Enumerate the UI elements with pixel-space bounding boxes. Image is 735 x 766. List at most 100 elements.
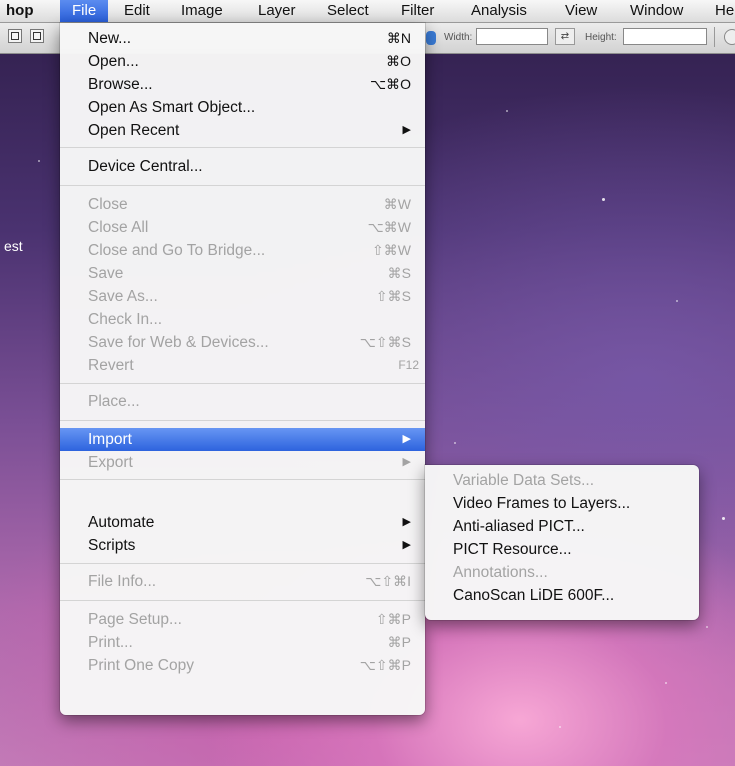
- menu-item-page-setup[interactable]: Page Setup... ⇧⌘P: [60, 608, 411, 631]
- menu-window[interactable]: Window: [630, 0, 683, 22]
- menu-item-label: Open As Smart Object...: [88, 99, 256, 116]
- menu-item-open-smart-object[interactable]: Open As Smart Object...: [60, 96, 411, 119]
- menu-item-label: File Info...: [88, 573, 157, 590]
- menu-item-shortcut: ⇧⌘S: [375, 288, 411, 304]
- menu-item-label: Scripts: [88, 537, 136, 554]
- menu-item-close[interactable]: Close ⌘W: [60, 193, 411, 216]
- menu-item-save-for-web[interactable]: Save for Web & Devices... ⌥⇧⌘S: [60, 331, 411, 354]
- menu-item-label: Check In...: [88, 311, 163, 328]
- height-input[interactable]: [623, 28, 707, 45]
- selection-new-icon[interactable]: [8, 29, 22, 43]
- import-submenu: Variable Data Sets... Video Frames to La…: [425, 465, 699, 620]
- menu-item-label: PICT Resource...: [453, 541, 572, 558]
- menu-separator: [60, 479, 425, 480]
- height-label: Height:: [585, 32, 617, 43]
- menu-item-shortcut: ⇧⌘W: [372, 242, 411, 258]
- menu-image[interactable]: Image: [181, 0, 223, 22]
- menu-item-shortcut: F12: [398, 358, 419, 372]
- swap-dimensions-icon[interactable]: ⇄: [555, 28, 575, 45]
- menu-item-label: Save: [88, 265, 124, 282]
- menu-layer[interactable]: Layer: [258, 0, 296, 22]
- toolbar-divider: [714, 27, 715, 47]
- menu-item-shortcut: ⌥⇧⌘S: [359, 334, 411, 350]
- selection-add-icon[interactable]: [30, 29, 44, 43]
- menu-item-shortcut: ⌘S: [387, 265, 411, 281]
- menu-select[interactable]: Select: [327, 0, 369, 22]
- menu-item-print[interactable]: Print... ⌘P: [60, 631, 411, 654]
- star: [454, 442, 456, 444]
- menu-separator: [60, 185, 425, 186]
- submenu-arrow-icon: ▶: [402, 433, 411, 445]
- star: [506, 110, 508, 112]
- submenu-item-pict-resource[interactable]: PICT Resource...: [425, 538, 699, 561]
- menu-separator: [60, 383, 425, 384]
- menu-item-shortcut: ⌥⇧⌘I: [365, 573, 411, 589]
- menu-item-label: New...: [88, 30, 132, 47]
- menu-item-open[interactable]: Open... ⌘O: [60, 50, 411, 73]
- width-input[interactable]: [476, 28, 548, 45]
- menu-separator: [60, 600, 425, 601]
- menu-item-file-info[interactable]: File Info... ⌥⇧⌘I: [60, 570, 411, 593]
- menu-item-save[interactable]: Save ⌘S: [60, 262, 411, 285]
- antialias-toggle-icon[interactable]: [426, 31, 436, 45]
- menu-item-scripts[interactable]: Scripts ▶: [60, 534, 425, 557]
- menu-item-label: Automate: [88, 514, 155, 531]
- star: [722, 517, 725, 520]
- menu-item-label: Save for Web & Devices...: [88, 334, 269, 351]
- menu-item-label: Export: [88, 454, 133, 471]
- submenu-item-variable-data-sets[interactable]: Variable Data Sets...: [425, 469, 699, 492]
- menu-item-revert[interactable]: Revert F12: [60, 354, 419, 377]
- star: [602, 198, 605, 201]
- menu-item-automate[interactable]: Automate ▶: [60, 511, 425, 534]
- menu-item-label: Anti-aliased PICT...: [453, 518, 585, 535]
- menu-item-close-all[interactable]: Close All ⌥⌘W: [60, 216, 411, 239]
- star: [665, 682, 667, 684]
- menu-item-label: Annotations...: [453, 564, 548, 581]
- menu-item-shortcut: ⌥⌘O: [369, 76, 411, 92]
- menu-item-import[interactable]: Import ▶: [60, 428, 425, 451]
- menu-item-device-central[interactable]: Device Central...: [60, 155, 411, 178]
- menu-item-label: Open...: [88, 53, 139, 70]
- menu-view[interactable]: View: [565, 0, 597, 22]
- menu-item-shortcut: ⌘P: [387, 634, 411, 650]
- submenu-arrow-icon: ▶: [402, 516, 411, 528]
- menu-item-place[interactable]: Place...: [60, 390, 411, 413]
- submenu-item-anti-aliased-pict[interactable]: Anti-aliased PICT...: [425, 515, 699, 538]
- menu-item-open-recent[interactable]: Open Recent ▶: [60, 119, 425, 142]
- menu-item-shortcut: ⌘W: [383, 196, 411, 212]
- menu-filter[interactable]: Filter: [401, 0, 434, 22]
- menu-item-shortcut: ⌥⌘W: [367, 219, 411, 235]
- menu-item-label: Close All: [88, 219, 149, 236]
- refine-edge-icon[interactable]: [724, 29, 735, 45]
- menu-item-new[interactable]: New... ⌘N: [60, 27, 411, 50]
- menu-help[interactable]: He: [715, 0, 734, 22]
- menu-file[interactable]: File: [60, 0, 109, 22]
- menu-item-close-go-to-bridge[interactable]: Close and Go To Bridge... ⇧⌘W: [60, 239, 411, 262]
- menu-item-label: Print One Copy: [88, 657, 194, 674]
- menu-item-label: Import: [88, 431, 132, 448]
- submenu-arrow-icon: ▶: [402, 456, 411, 468]
- submenu-arrow-icon: ▶: [402, 539, 411, 551]
- menu-edit[interactable]: Edit: [124, 0, 150, 22]
- menu-analysis[interactable]: Analysis: [471, 0, 527, 22]
- menu-item-label: Print...: [88, 634, 133, 651]
- menu-item-label: Browse...: [88, 76, 153, 93]
- submenu-item-annotations[interactable]: Annotations...: [425, 561, 699, 584]
- menu-item-export[interactable]: Export ▶: [60, 451, 425, 474]
- menu-item-label: Variable Data Sets...: [453, 472, 595, 489]
- menu-item-shortcut: ⌘N: [386, 30, 411, 46]
- file-menu: New... ⌘N Open... ⌘O Browse... ⌥⌘O Open …: [60, 23, 425, 715]
- menu-item-print-one-copy[interactable]: Print One Copy ⌥⇧⌘P: [60, 654, 411, 677]
- menu-item-label: Video Frames to Layers...: [453, 495, 631, 512]
- submenu-arrow-icon: ▶: [402, 124, 411, 136]
- menu-item-label: Save As...: [88, 288, 158, 305]
- menu-item-browse[interactable]: Browse... ⌥⌘O: [60, 73, 411, 96]
- menu-item-save-as[interactable]: Save As... ⇧⌘S: [60, 285, 411, 308]
- star: [559, 726, 561, 728]
- menu-app-name[interactable]: hop: [6, 0, 34, 22]
- menu-item-check-in[interactable]: Check In...: [60, 308, 411, 331]
- submenu-item-video-frames-to-layers[interactable]: Video Frames to Layers...: [425, 492, 699, 515]
- submenu-item-canoscan[interactable]: CanoScan LiDE 600F...: [425, 584, 699, 607]
- menu-separator: [60, 563, 425, 564]
- menu-separator: [60, 147, 425, 148]
